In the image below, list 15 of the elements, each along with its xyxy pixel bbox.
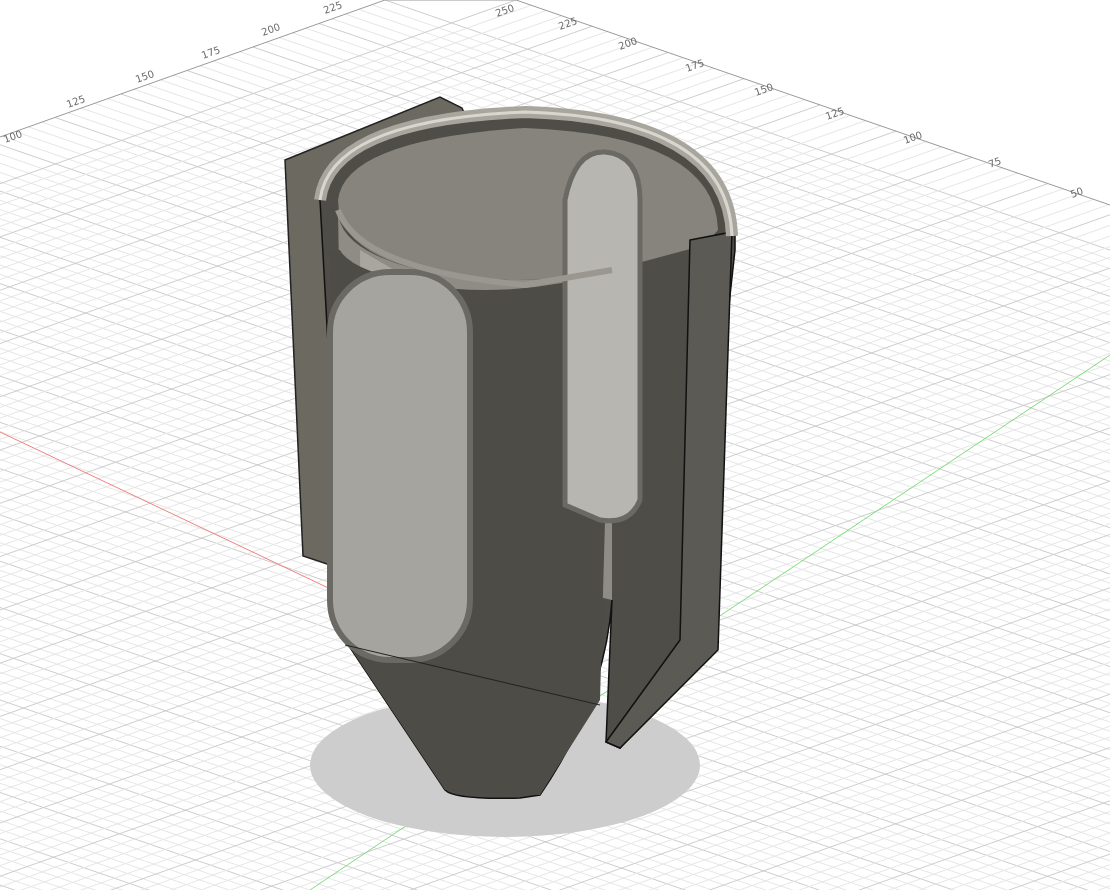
grid-scale-label: 150	[752, 81, 775, 98]
grid-scale-label: 125	[823, 105, 846, 122]
grid-scale-label: 150	[133, 68, 156, 85]
grid-scale-label: 100	[1, 128, 24, 145]
grid-scale-label: 50	[1068, 185, 1085, 200]
grid-scale-label: 75	[986, 155, 1003, 170]
grid-scale-label: 225	[321, 0, 344, 16]
grid-scale-label: 175	[199, 44, 222, 61]
grid-scale-label: 200	[259, 21, 282, 38]
grid-scale-label: 125	[64, 93, 87, 110]
grid-scale-label: 200	[616, 35, 639, 52]
grid-scale-label: 100	[901, 129, 924, 146]
grid-scale-label: 250	[493, 2, 516, 19]
grid-scale-label: 225	[556, 15, 579, 32]
grid-scale-label: 175	[683, 57, 706, 74]
